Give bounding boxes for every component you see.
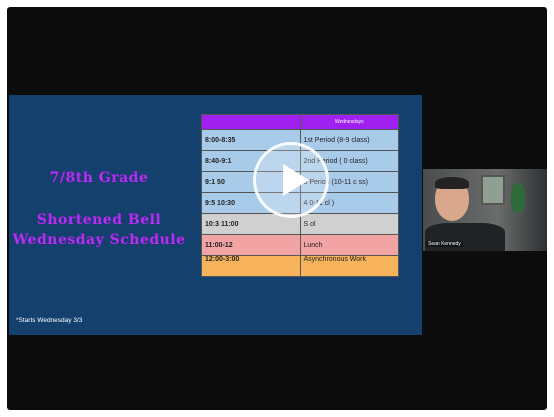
- schedule-header-row: Wednesdays: [201, 114, 399, 130]
- row-time: 12:00-3:00: [201, 255, 301, 277]
- row-activity: Asynchronous Work: [299, 255, 399, 277]
- schedule-header-time: [201, 114, 301, 130]
- webcam-name-label: Sean Kennedy: [426, 241, 463, 247]
- slide-footnote: *Starts Wednesday 3/3: [16, 317, 83, 324]
- row-activity: S ol: [299, 213, 399, 235]
- play-icon: [283, 164, 309, 196]
- video-frame[interactable]: 7/8th Grade Shortened Bell Wednesday Sch…: [7, 7, 547, 410]
- presentation-slide: 7/8th Grade Shortened Bell Wednesday Sch…: [9, 95, 422, 335]
- schedule-header-day: Wednesdays: [299, 114, 399, 130]
- slide-title-schedule: Shortened Bell Wednesday Schedule: [12, 212, 186, 248]
- webcam-window: [481, 175, 505, 205]
- presenter-hair: [435, 177, 469, 189]
- table-row: 12:00-3:00 Asynchronous Work: [201, 255, 399, 277]
- slide-title-grade: 7/8th Grade: [49, 170, 149, 186]
- table-row: 11:00-12 Lunch: [201, 234, 399, 256]
- webcam-plant: [511, 183, 525, 213]
- webcam-feed: Sean Kennedy: [423, 169, 547, 251]
- row-time: 11:00-12: [201, 234, 301, 256]
- row-activity: Lunch: [299, 234, 399, 256]
- play-button[interactable]: [253, 142, 329, 218]
